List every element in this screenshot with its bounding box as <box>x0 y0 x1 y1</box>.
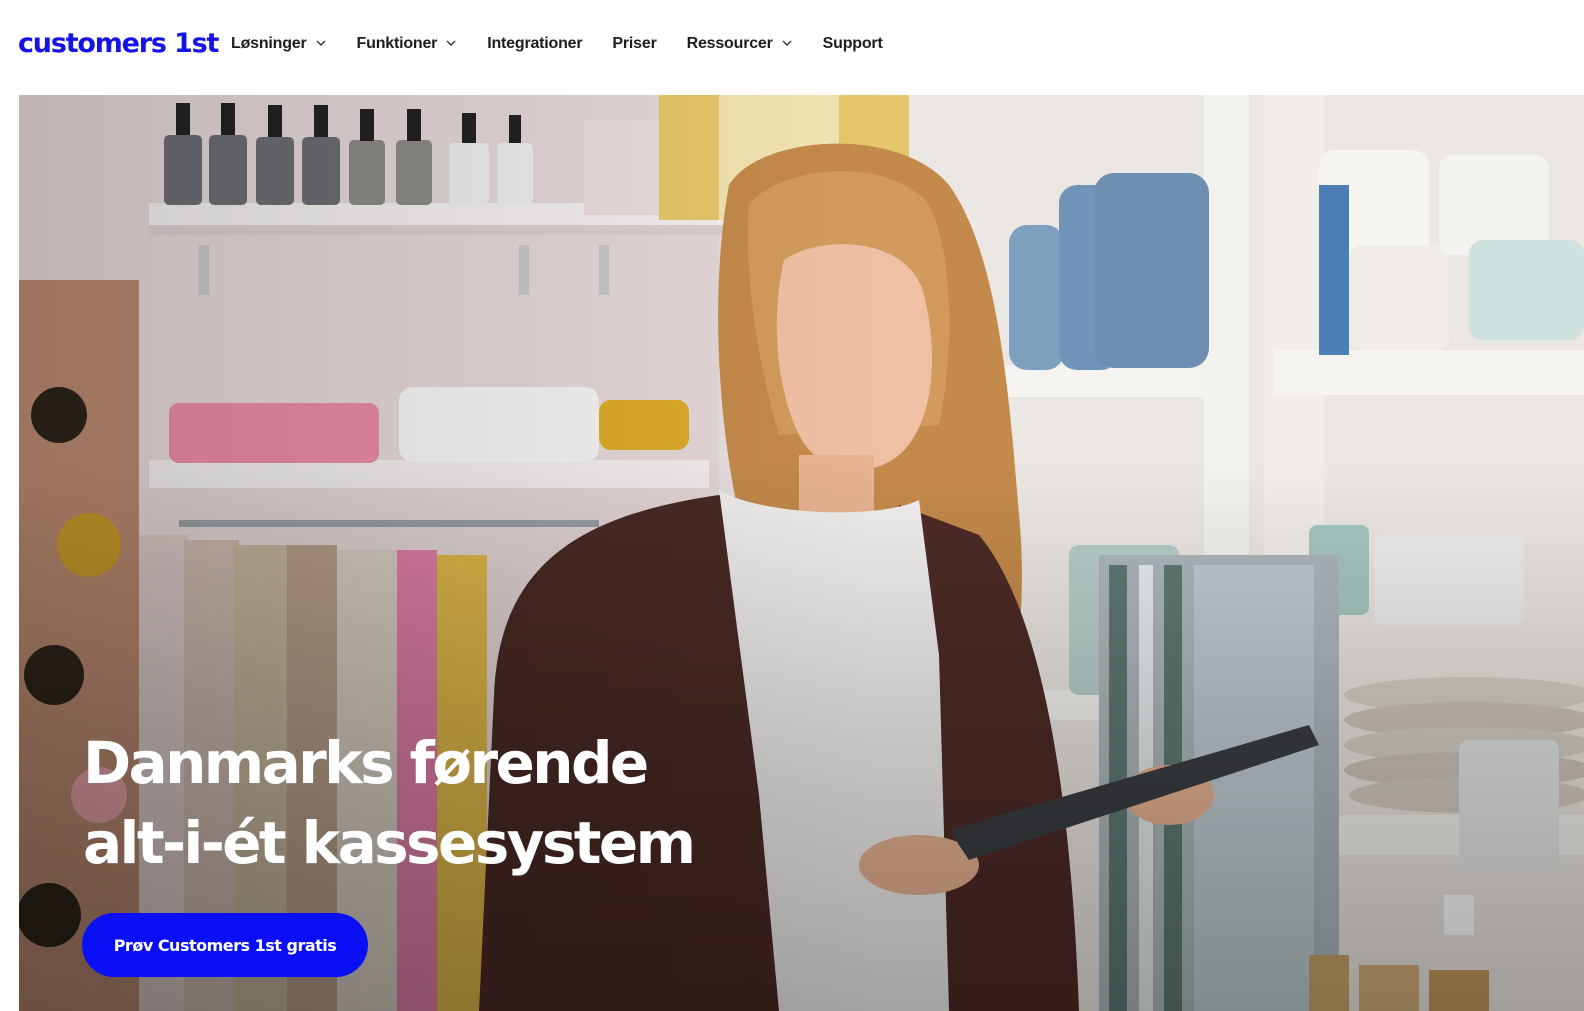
nav-item-label: Løsninger <box>231 35 307 52</box>
nav-item-priser[interactable]: Priser <box>612 35 656 53</box>
nav-item-label: Funktioner <box>356 35 438 52</box>
hero-section: Danmarks førende alt-i-ét kassesystem Pr… <box>19 95 1584 1011</box>
try-free-button[interactable]: Prøv Customers 1st gratis <box>82 913 368 977</box>
nav-item-ressourcer[interactable]: Ressourcer <box>687 35 793 53</box>
brand-logo[interactable]: customers 1st <box>18 26 219 62</box>
hero-title: Danmarks førende alt-i-ét kassesystem <box>83 723 696 883</box>
nav-item-label: Support <box>822 35 883 52</box>
main-nav: Løsninger Funktioner Integrationer Prise… <box>231 30 883 58</box>
hero-title-line1: Danmarks førende <box>83 729 649 797</box>
nav-item-integrationer[interactable]: Integrationer <box>487 35 582 53</box>
nav-item-label: Integrationer <box>487 35 583 52</box>
nav-item-label: Ressourcer <box>686 35 773 52</box>
chevron-down-icon <box>445 37 457 49</box>
nav-item-label: Priser <box>612 35 657 52</box>
nav-item-support[interactable]: Support <box>823 35 883 53</box>
chevron-down-icon <box>781 37 793 49</box>
nav-item-funktioner[interactable]: Funktioner <box>357 35 458 53</box>
chevron-down-icon <box>315 37 327 49</box>
nav-item-losninger[interactable]: Løsninger <box>231 35 327 53</box>
hero-title-line2: alt-i-ét kassesystem <box>83 809 696 877</box>
site-header: customers 1st Løsninger Funktioner Integ… <box>0 0 1584 95</box>
